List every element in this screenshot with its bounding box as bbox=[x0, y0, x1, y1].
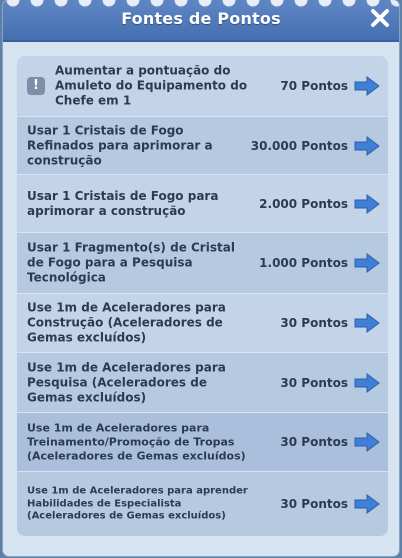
list-item: Use 1m de Aceleradores para Pesquisa (Ac… bbox=[17, 353, 388, 412]
dialog-header: Fontes de Pontos bbox=[3, 0, 399, 42]
arrow-right-icon[interactable] bbox=[354, 253, 380, 273]
arrow-right-icon[interactable] bbox=[354, 135, 380, 156]
arrow-right-icon[interactable] bbox=[354, 494, 380, 514]
item-points: 30 Pontos bbox=[280, 316, 348, 330]
list-item: Use 1m de Aceleradores para Construção (… bbox=[17, 294, 388, 352]
item-description: Use 1m de Aceleradores para aprender Hab… bbox=[27, 485, 248, 522]
arrow-right-icon[interactable] bbox=[354, 193, 380, 214]
item-points: 2.000 Pontos bbox=[259, 196, 348, 211]
item-points: 30 Pontos bbox=[280, 375, 348, 390]
arrow-right-icon[interactable] bbox=[354, 372, 380, 393]
item-points: 1.000 Pontos bbox=[259, 256, 348, 270]
item-description: Aumentar a pontuação do Amuleto do Equip… bbox=[55, 63, 248, 108]
item-description: Usar 1 Fragmento(s) de Cristal de Fogo p… bbox=[27, 240, 235, 285]
exclamation-icon: ! bbox=[27, 77, 45, 95]
item-description: Use 1m de Aceleradores para Pesquisa (Ac… bbox=[27, 360, 226, 404]
arrow-right-icon[interactable] bbox=[354, 432, 380, 452]
arrow-right-icon[interactable] bbox=[354, 76, 380, 96]
item-points: 30.000 Pontos bbox=[250, 138, 348, 153]
snow-decoration bbox=[3, 0, 399, 8]
item-description: Use 1m de Aceleradores para Treinamento/… bbox=[27, 421, 246, 462]
item-points: 70 Pontos bbox=[280, 79, 348, 93]
item-description: Use 1m de Aceleradores para Construção (… bbox=[27, 300, 226, 345]
list-item: Usar 1 Fragmento(s) de Cristal de Fogo p… bbox=[17, 233, 388, 293]
item-description: Usar 1 Cristais de Fogo Refinados para a… bbox=[27, 123, 213, 167]
list-item: ! Aumentar a pontuação do Amuleto do Equ… bbox=[17, 56, 388, 116]
close-icon[interactable] bbox=[369, 7, 391, 29]
arrow-right-icon[interactable] bbox=[354, 313, 380, 333]
list-item: Use 1m de Aceleradores para Treinamento/… bbox=[17, 413, 388, 471]
item-points: 30 Pontos bbox=[280, 435, 348, 449]
points-sources-dialog: Fontes de Pontos ! Aumentar a pontuação … bbox=[3, 0, 399, 556]
list-item: Usar 1 Cristais de Fogo Refinados para a… bbox=[17, 117, 388, 174]
list-item: Use 1m de Aceleradores para aprender Hab… bbox=[17, 472, 388, 536]
list-item: Usar 1 Cristais de Fogo para aprimorar a… bbox=[17, 175, 388, 232]
points-sources-list: ! Aumentar a pontuação do Amuleto do Equ… bbox=[17, 56, 388, 536]
item-description: Usar 1 Cristais de Fogo para aprimorar a… bbox=[27, 188, 219, 218]
dialog-title: Fontes de Pontos bbox=[121, 9, 281, 28]
item-points: 30 Pontos bbox=[280, 497, 348, 511]
